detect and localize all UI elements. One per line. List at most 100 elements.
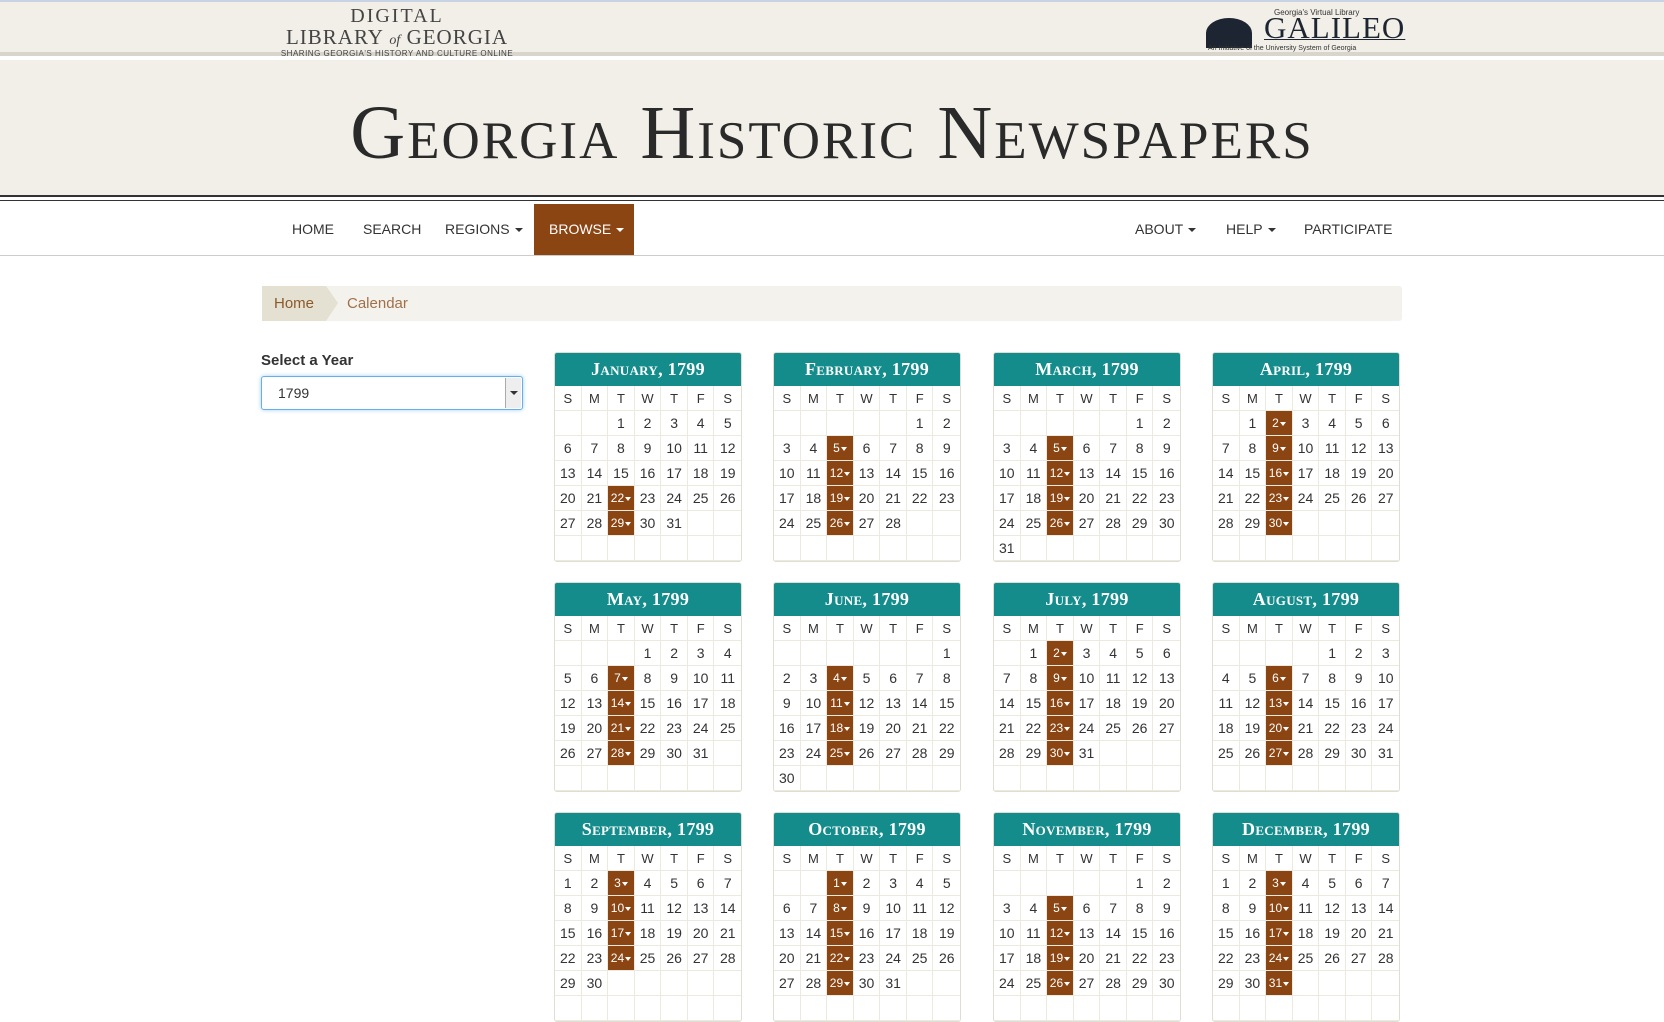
weekday-header: M bbox=[800, 846, 828, 871]
issue-day[interactable]: 23 bbox=[1266, 486, 1293, 511]
issue-day[interactable]: 19 bbox=[1047, 486, 1074, 511]
calendar-day: 14 bbox=[1292, 691, 1320, 716]
issue-day[interactable]: 29 bbox=[827, 971, 854, 996]
calendar-day: 26 bbox=[1319, 946, 1346, 971]
issue-day[interactable]: 30 bbox=[1266, 511, 1293, 536]
issue-day[interactable]: 5 bbox=[1047, 436, 1074, 461]
empty-day-cell bbox=[1100, 741, 1127, 766]
calendar-day: 12 bbox=[1319, 896, 1346, 921]
calendar-day: 11 bbox=[1100, 666, 1127, 691]
issue-day[interactable]: 12 bbox=[1047, 921, 1074, 946]
calendar-day: 23 bbox=[1153, 946, 1180, 971]
issue-day[interactable]: 9 bbox=[1266, 436, 1293, 461]
empty-day-cell bbox=[994, 766, 1021, 791]
issue-day[interactable]: 17 bbox=[608, 921, 635, 946]
calendar-day: 24 bbox=[661, 486, 688, 511]
issue-day[interactable]: 5 bbox=[827, 436, 854, 461]
galileo-logo[interactable]: Georgia's Virtual Library GALILEO An Ini… bbox=[1204, 8, 1404, 54]
calendar-day: 2 bbox=[774, 666, 801, 691]
weekday-header: T bbox=[1319, 386, 1346, 411]
issue-day[interactable]: 6 bbox=[1266, 666, 1293, 691]
issue-day[interactable]: 12 bbox=[1047, 461, 1074, 486]
issue-day[interactable]: 30 bbox=[1047, 741, 1074, 766]
nav-about[interactable]: ABOUT bbox=[1120, 204, 1211, 255]
dlg-logo[interactable]: DIGITAL LIBRARY of GEORGIA SHARING GEORG… bbox=[262, 6, 532, 58]
issue-day[interactable]: 3 bbox=[1266, 871, 1293, 896]
issue-day[interactable]: 13 bbox=[1266, 691, 1293, 716]
empty-day-cell bbox=[1239, 996, 1267, 1021]
caret-down-icon bbox=[1064, 701, 1071, 706]
calendar-day: 15 bbox=[933, 691, 960, 716]
calendar-day: 25 bbox=[1020, 971, 1048, 996]
issue-day[interactable]: 3 bbox=[608, 871, 635, 896]
issue-day[interactable]: 21 bbox=[608, 716, 635, 741]
nav-search[interactable]: SEARCH bbox=[348, 204, 436, 255]
calendar-day: 22 bbox=[634, 716, 662, 741]
issue-day[interactable]: 23 bbox=[1047, 716, 1074, 741]
issue-day[interactable]: 2 bbox=[1266, 411, 1293, 436]
issue-day[interactable]: 26 bbox=[827, 511, 854, 536]
calendar-day: 30 bbox=[774, 766, 801, 791]
issue-day[interactable]: 19 bbox=[827, 486, 854, 511]
calendar-day: 1 bbox=[933, 641, 960, 666]
issue-day[interactable]: 22 bbox=[827, 946, 854, 971]
issue-day[interactable]: 25 bbox=[827, 741, 854, 766]
calendar-day: 3 bbox=[1073, 641, 1101, 666]
nav-home[interactable]: HOME bbox=[277, 204, 349, 255]
calendar-day: 3 bbox=[774, 436, 801, 461]
issue-day[interactable]: 17 bbox=[1266, 921, 1293, 946]
issue-day[interactable]: 27 bbox=[1266, 741, 1293, 766]
chevron-down-icon[interactable] bbox=[505, 378, 521, 408]
issue-day[interactable]: 10 bbox=[608, 896, 635, 921]
issue-day[interactable]: 16 bbox=[1047, 691, 1074, 716]
calendar-day: 6 bbox=[1153, 641, 1180, 666]
calendar-day: 11 bbox=[1020, 921, 1048, 946]
calendar-day: 11 bbox=[687, 436, 715, 461]
year-select[interactable]: 1799 bbox=[261, 376, 523, 410]
issue-day[interactable]: 14 bbox=[608, 691, 635, 716]
breadcrumb-home[interactable]: Home bbox=[262, 286, 339, 321]
calendar-day: 26 bbox=[1345, 486, 1373, 511]
issue-day[interactable]: 5 bbox=[1047, 896, 1074, 921]
issue-day[interactable]: 20 bbox=[1266, 716, 1293, 741]
calendar-day: 16 bbox=[581, 921, 609, 946]
issue-day[interactable]: 28 bbox=[608, 741, 635, 766]
issue-day[interactable]: 15 bbox=[827, 921, 854, 946]
issue-day[interactable]: 24 bbox=[1266, 946, 1293, 971]
empty-day-cell bbox=[827, 996, 854, 1021]
issue-day[interactable]: 4 bbox=[827, 666, 854, 691]
calendar-day: 10 bbox=[1292, 436, 1320, 461]
weekday-header: F bbox=[687, 616, 715, 641]
issue-day[interactable]: 29 bbox=[608, 511, 635, 536]
issue-day[interactable]: 26 bbox=[1047, 511, 1074, 536]
issue-day[interactable]: 24 bbox=[608, 946, 635, 971]
issue-day[interactable]: 22 bbox=[608, 486, 635, 511]
issue-day[interactable]: 19 bbox=[1047, 946, 1074, 971]
issue-day[interactable]: 11 bbox=[827, 691, 854, 716]
issue-day[interactable]: 10 bbox=[1266, 896, 1293, 921]
breadcrumb-current: Calendar bbox=[347, 295, 408, 312]
issue-day[interactable]: 26 bbox=[1047, 971, 1074, 996]
issue-day[interactable]: 16 bbox=[1266, 461, 1293, 486]
issue-day[interactable]: 31 bbox=[1266, 971, 1293, 996]
issue-day[interactable]: 1 bbox=[827, 871, 854, 896]
caret-down-icon bbox=[840, 446, 847, 451]
issue-day[interactable]: 18 bbox=[827, 716, 854, 741]
site-title[interactable]: Georgia Historic Newspapers bbox=[0, 90, 1664, 177]
caret-down-icon bbox=[844, 931, 851, 936]
calendar-day: 29 bbox=[933, 741, 960, 766]
empty-day-cell bbox=[994, 641, 1021, 666]
caret-down-icon bbox=[625, 751, 632, 756]
issue-day[interactable]: 2 bbox=[1047, 641, 1074, 666]
nav-participate[interactable]: PARTICIPATE bbox=[1289, 204, 1407, 255]
calendar-day: 27 bbox=[1372, 486, 1399, 511]
empty-day-cell bbox=[933, 536, 960, 561]
issue-day[interactable]: 9 bbox=[1047, 666, 1074, 691]
nav-regions[interactable]: REGIONS bbox=[430, 204, 538, 255]
nav-help[interactable]: HELP bbox=[1211, 204, 1291, 255]
issue-day[interactable]: 8 bbox=[827, 896, 854, 921]
caret-down-icon bbox=[1283, 701, 1290, 706]
issue-day[interactable]: 7 bbox=[608, 666, 635, 691]
nav-browse[interactable]: BROWSE bbox=[534, 204, 634, 255]
issue-day[interactable]: 12 bbox=[827, 461, 854, 486]
